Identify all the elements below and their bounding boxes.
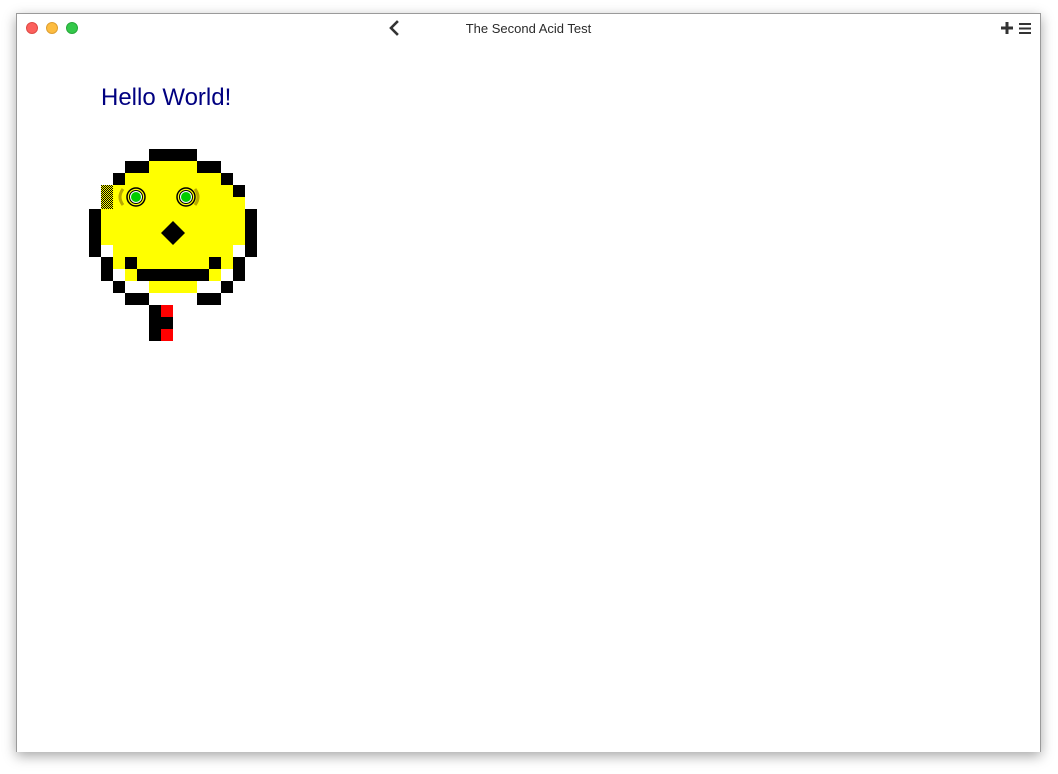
plus-icon[interactable] — [1001, 22, 1013, 34]
left-eye — [126, 187, 146, 207]
title-bar: The Second Acid Test — [17, 14, 1040, 42]
window-title: The Second Acid Test — [465, 21, 592, 36]
page-content: Hello World! — [17, 42, 1040, 752]
page-heading: Hello World! — [101, 84, 232, 111]
chevron-left-icon[interactable] — [387, 20, 401, 36]
neck — [149, 305, 173, 341]
hatched-patch — [101, 185, 113, 209]
browser-window: The Second Acid Test Hello World! — [16, 13, 1041, 752]
smiley-face-image — [89, 149, 257, 341]
right-eye — [176, 187, 196, 207]
hamburger-menu-icon[interactable] — [1019, 23, 1031, 34]
